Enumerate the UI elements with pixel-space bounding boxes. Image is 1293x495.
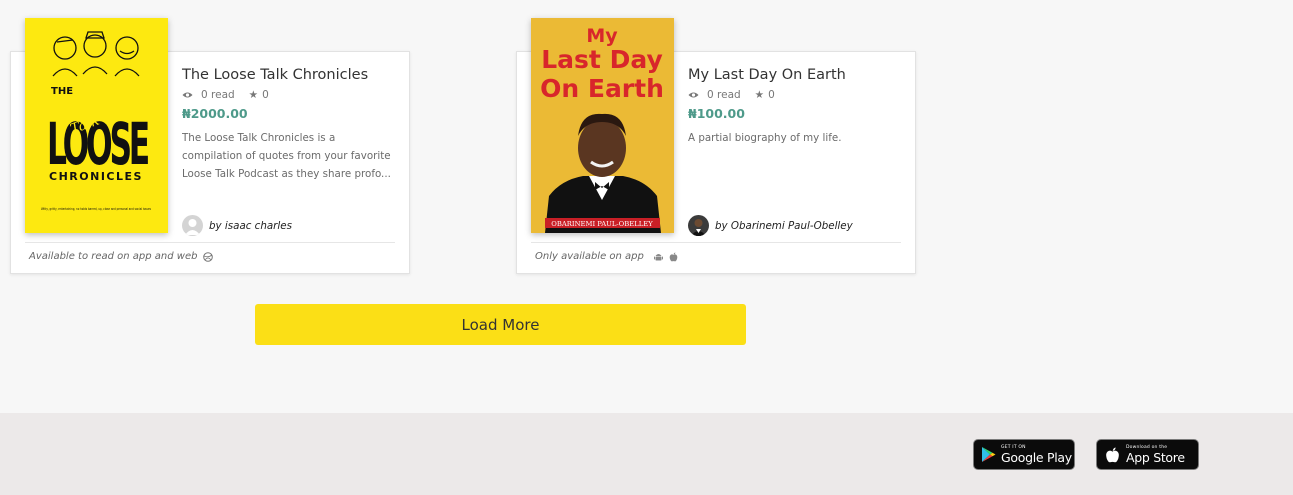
cover-tagline: Witty, gritty, entertaining, no holds ba… (41, 207, 151, 211)
availability-note: Only available on app (535, 251, 678, 262)
book-title[interactable]: My Last Day On Earth (688, 67, 903, 83)
footer: GET IT ON Google Play Download on the Ap… (0, 413, 1293, 495)
availability-text: Only available on app (535, 251, 644, 262)
cover-line3: On Earth (540, 74, 664, 103)
read-count: 0 read (707, 89, 741, 101)
apple-icon (669, 252, 678, 261)
divider (531, 242, 901, 243)
book-stats: 0 read ★ 0 (688, 89, 903, 101)
app-store-badge[interactable]: Download on the App Store (1096, 439, 1199, 470)
eye-icon (688, 92, 699, 98)
google-play-label: Google Play (1001, 450, 1072, 465)
author-name[interactable]: by isaac charles (209, 220, 292, 232)
book-description: The Loose Talk Chronicles is a compilati… (182, 132, 391, 180)
avatar (182, 215, 203, 236)
cover-line1: My (586, 25, 618, 47)
cover-chronicles: CHRONICLES (49, 170, 143, 183)
book-cover[interactable]: THE LOOSE Talk CHRONICLES Witty, gritty,… (25, 18, 168, 233)
availability-note: Available to read on app and web (29, 251, 214, 262)
google-play-icon (982, 447, 996, 462)
book-card[interactable]: My Last Day On Earth OBARINEMI PAUL-OBEL… (516, 18, 916, 274)
eye-icon (182, 92, 193, 98)
apple-icon (1106, 447, 1119, 462)
android-icon (653, 253, 663, 260)
divider (25, 242, 395, 243)
book-author[interactable]: by isaac charles (182, 215, 292, 236)
book-cover[interactable]: My Last Day On Earth OBARINEMI PAUL-OBEL… (531, 18, 674, 233)
book-price: ₦100.00 (688, 106, 745, 121)
star-icon: ★ (754, 89, 765, 101)
rating-count: 0 (262, 89, 269, 101)
load-more-button[interactable]: Load More (255, 304, 746, 345)
globe-icon (203, 251, 214, 262)
star-icon: ★ (248, 89, 259, 101)
book-price: ₦2000.00 (182, 106, 248, 121)
book-stats: 0 read ★ 0 (182, 89, 397, 101)
google-play-badge[interactable]: GET IT ON Google Play (973, 439, 1075, 470)
book-description: A partial biography of my life. (688, 132, 842, 144)
cover-banner: OBARINEMI PAUL-OBELLEY (551, 220, 653, 228)
book-author[interactable]: by Obarinemi Paul-Obelley (688, 215, 853, 236)
book-card[interactable]: THE LOOSE Talk CHRONICLES Witty, gritty,… (10, 18, 410, 274)
author-name[interactable]: by Obarinemi Paul-Obelley (715, 220, 853, 232)
cover-the: THE (51, 86, 73, 97)
read-count: 0 read (201, 89, 235, 101)
app-store-label: App Store (1126, 450, 1185, 465)
rating-count: 0 (768, 89, 775, 101)
avatar (688, 215, 709, 236)
book-title[interactable]: The Loose Talk Chronicles (182, 67, 397, 83)
cover-line2: Last Day (541, 45, 662, 74)
availability-text: Available to read on app and web (29, 251, 198, 262)
